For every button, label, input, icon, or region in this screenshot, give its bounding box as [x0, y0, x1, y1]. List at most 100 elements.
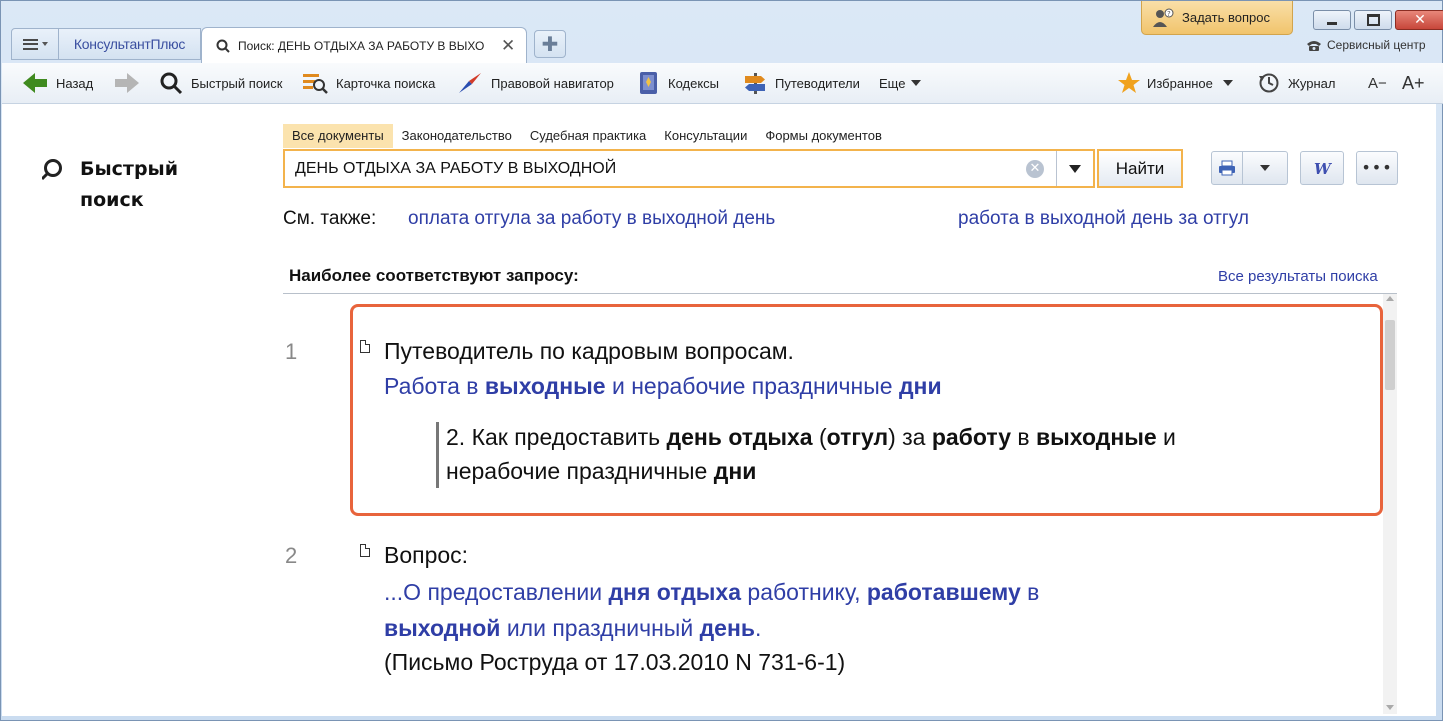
legal-navigator-button[interactable]: Правовой навигатор [457, 63, 614, 103]
scroll-down-icon[interactable] [1386, 705, 1394, 710]
service-center-link[interactable]: Сервисный центр [1306, 38, 1426, 52]
codes-button[interactable]: Кодексы [638, 63, 719, 103]
journal-button[interactable]: Журнал [1258, 63, 1335, 103]
search-card-button[interactable]: Карточка поиска [302, 63, 435, 103]
result-number: 2 [285, 543, 298, 568]
back-button[interactable]: Назад [22, 63, 93, 103]
tab-home[interactable]: КонсультантПлюс [59, 28, 201, 60]
svg-text:W: W [1314, 160, 1332, 177]
find-button[interactable]: Найти [1097, 149, 1183, 188]
scroll-thumb[interactable] [1385, 320, 1395, 390]
filter-all-documents[interactable]: Все документы [283, 124, 393, 148]
results-heading: Наиболее соответствуют запросу: [289, 266, 579, 285]
legal-navigator-label: Правовой навигатор [491, 75, 614, 91]
tab-search[interactable]: Поиск: ДЕНЬ ОТДЫХА ЗА РАБОТУ В ВЫХО ✕ [201, 27, 527, 63]
page-title-line2: поиск [80, 189, 144, 211]
search-input[interactable]: ДЕНЬ ОТДЫХА ЗА РАБОТУ В ВЫХОДНОЙ ✕ [283, 149, 1095, 188]
result-snippet-line1[interactable]: ...О предоставлении дня отдыха работнику… [384, 575, 1039, 610]
chevron-down-icon [1069, 164, 1081, 173]
guides-label: Путеводители [775, 75, 860, 91]
search-query-text[interactable]: ДЕНЬ ОТДЫХА ЗА РАБОТУ В ВЫХОДНОЙ [285, 160, 1026, 178]
see-also-link-2[interactable]: работа в выходной день за отгул [958, 208, 1249, 230]
result-subtitle[interactable]: Работа в выходные и нерабочие праздничны… [384, 373, 942, 399]
app-window: КонсультантПлюс Поиск: ДЕНЬ ОТДЫХА ЗА РА… [0, 0, 1443, 721]
codes-label: Кодексы [668, 75, 720, 91]
print-options-button[interactable] [1242, 151, 1288, 185]
query-match-text: дни [898, 373, 942, 399]
page-title: Быстрый поиск [42, 154, 200, 216]
main-menu-button[interactable] [11, 28, 59, 60]
result-section-line2[interactable]: нерабочие праздничные дни [446, 454, 756, 489]
codex-book-icon [640, 72, 657, 94]
scroll-up-icon[interactable] [1386, 296, 1394, 301]
more-button[interactable]: Еще [879, 63, 922, 103]
snippet-text: в [1011, 424, 1036, 450]
svg-text:?: ? [1167, 10, 1171, 18]
history-clock-icon [1259, 73, 1279, 93]
results-scrollbar[interactable] [1383, 294, 1397, 714]
main-content: Быстрый поиск Все документы Законодатель… [2, 104, 1436, 716]
result-section-line1[interactable]: 2. Как предоставить день отдыха (отгул) … [446, 420, 1176, 455]
tab-title: Поиск: ДЕНЬ ОТДЫХА ЗА РАБОТУ В ВЫХО [238, 38, 485, 53]
search-history-dropdown[interactable] [1056, 151, 1093, 186]
see-also-label: См. также: [283, 208, 377, 229]
more-dots-icon: ••• [1361, 158, 1393, 177]
see-also-link-1[interactable]: оплата отгула за работу в выходной день [408, 208, 775, 230]
snippet-text: в [459, 373, 485, 399]
search-card-icon [303, 74, 328, 94]
result-snippet-line2[interactable]: выходной или праздничный день. [384, 611, 761, 646]
close-tab-icon[interactable]: ✕ [501, 36, 515, 56]
search-card-label: Карточка поиска [336, 75, 436, 91]
main-toolbar: Назад Быстрый поиск Карточка поиска Прав… [2, 63, 1443, 104]
signpost-icon [745, 73, 765, 94]
query-match-text: выходной [384, 615, 501, 641]
chevron-down-icon [41, 42, 48, 46]
close-window-button[interactable]: ✕ [1395, 10, 1443, 30]
print-button[interactable] [1211, 151, 1243, 185]
filter-consultations[interactable]: Консультации [655, 124, 756, 148]
all-results-link[interactable]: Все результаты поиска [1218, 268, 1378, 285]
export-word-button[interactable]: W [1300, 151, 1344, 185]
font-decrease-button[interactable]: A− [1368, 63, 1387, 103]
snippet-text: и нерабочие праздничные [605, 373, 899, 399]
query-match-text: дни [713, 458, 757, 484]
filter-legislation[interactable]: Законодательство [393, 124, 521, 148]
new-tab-button[interactable]: ✚ [534, 30, 566, 58]
ask-question-label: Задать вопрос [1182, 10, 1270, 25]
arrow-left-icon [23, 73, 47, 93]
quick-search-button[interactable]: Быстрый поиск [159, 63, 283, 103]
more-actions-button[interactable]: ••• [1356, 151, 1398, 185]
query-match-text: дня отдыха [608, 579, 742, 605]
snippet-text: в [1020, 579, 1040, 605]
quote-bar [436, 422, 439, 488]
search-icon [216, 39, 230, 53]
guides-button[interactable]: Путеводители [743, 63, 860, 103]
page-title-line1: Быстрый [80, 158, 179, 180]
chevron-down-icon [1222, 80, 1233, 86]
clear-search-icon[interactable]: ✕ [1026, 159, 1044, 178]
forward-button[interactable] [114, 63, 140, 103]
result-title[interactable]: Путеводитель по кадровым вопросам. [384, 334, 794, 369]
result-link[interactable]: Работа в выходные и нерабочие праздничны… [384, 369, 942, 404]
tab-strip: КонсультантПлюс Поиск: ДЕНЬ ОТДЫХА ЗА РА… [1, 1, 1443, 63]
filter-document-forms[interactable]: Формы документов [756, 124, 891, 148]
snippet-text: Работа [384, 373, 460, 399]
font-increase-button[interactable]: A+ [1402, 63, 1425, 103]
result-source[interactable]: (Письмо Роструда от 17.03.2010 N 731-6-1… [384, 645, 845, 680]
ask-question-button[interactable]: ? Задать вопрос [1141, 1, 1293, 35]
word-icon: W [1314, 160, 1332, 177]
search-icon [42, 159, 62, 181]
query-match-text: день [699, 615, 756, 641]
maximize-button[interactable] [1354, 10, 1392, 30]
document-icon [360, 340, 370, 353]
filter-court-practice[interactable]: Судебная практика [521, 124, 655, 148]
query-match-text: работу [931, 424, 1011, 450]
minimize-button[interactable] [1313, 10, 1351, 30]
journal-label: Журнал [1288, 75, 1336, 91]
arrow-right-icon [115, 73, 139, 93]
result-title[interactable]: Вопрос: [384, 538, 468, 573]
search-icon [160, 72, 183, 95]
query-match-text: день отдыха [666, 424, 813, 450]
page-title-text: Быстрый поиск [80, 154, 200, 216]
favorites-button[interactable]: Избранное [1117, 63, 1233, 103]
